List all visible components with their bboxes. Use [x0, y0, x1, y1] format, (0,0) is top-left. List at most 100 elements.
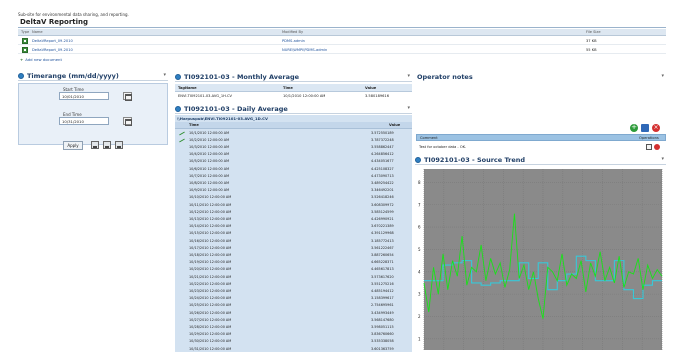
time-cell: 10/19/2010 12:00:00 AM	[189, 260, 232, 265]
chevron-down-icon[interactable]: ▾	[661, 73, 664, 79]
table-row[interactable]: 10/23/2010 12:00:00 AM 4.485194412	[175, 288, 412, 294]
save-icon[interactable]	[641, 124, 649, 132]
table-row[interactable]: 10/8/2010 12:00:00 AM 3.489254422	[175, 180, 412, 186]
time-cell: 10/4/2010 12:00:00 AM	[189, 152, 230, 157]
time-cell: 10/9/2010 12:00:00 AM	[189, 188, 230, 193]
document-modified-by[interactable]: PDMS-admin	[282, 39, 305, 43]
document-name-link[interactable]: DeltaVReport_09-2010	[32, 39, 73, 43]
time-cell: 10/14/2010 12:00:00 AM	[189, 224, 232, 229]
time-cell: 10/13/2010 12:00:00 AM	[189, 216, 232, 221]
end-time-input[interactable]: 10/31/2010	[59, 117, 109, 125]
value-cell: 4.473090713	[371, 173, 394, 178]
table-row[interactable]: 10/17/2010 12:00:00 AM 3.561222467	[175, 245, 412, 251]
table-row[interactable]: 10/18/2010 12:00:00 AM 3.887260654	[175, 252, 412, 258]
column-file-size[interactable]: File Size	[586, 30, 601, 34]
time-cell: 10/11/2010 12:00:00 AM	[189, 202, 232, 207]
table-row[interactable]: 10/4/2010 12:00:00 AM 4.264856412	[175, 152, 412, 158]
value-cell: 3.601363759	[371, 346, 394, 351]
monthly-average-title: TI092101-03 - Monthly Average	[184, 73, 300, 81]
table-row[interactable]: 10/20/2010 12:00:00 AM 4.465617813	[175, 267, 412, 273]
trend-icon	[179, 131, 185, 135]
time-cell: 10/8/2010 12:00:00 AM	[189, 180, 230, 185]
close-icon[interactable]: ×	[652, 124, 660, 132]
operator-notes-title-bar: Operator notes ▾	[415, 72, 666, 82]
table-row[interactable]: 10/15/2010 12:00:00 AM 4.391129968	[175, 231, 412, 237]
trend-icon	[179, 138, 185, 142]
delete-icon[interactable]	[654, 144, 660, 150]
table-row[interactable]: 10/13/2010 12:00:00 AM 4.426990921	[175, 216, 412, 222]
export-icon[interactable]	[103, 141, 111, 149]
globe-icon	[175, 74, 181, 80]
value-cell: 4.465617813	[371, 267, 394, 272]
minimize-icon[interactable]	[91, 141, 99, 149]
table-row[interactable]: 10/26/2010 12:00:00 AM 3.434993449	[175, 310, 412, 316]
source-trend-chart[interactable]: 12345678	[415, 165, 666, 352]
add-icon[interactable]: +	[630, 124, 638, 132]
table-row[interactable]: 10/24/2010 12:00:00 AM 3.158399617	[175, 296, 412, 302]
value-cell: 3.887260654	[371, 252, 394, 257]
table-row[interactable]: 10/5/2010 12:00:00 AM 4.434051677	[175, 159, 412, 165]
time-cell: 10/26/2010 12:00:00 AM	[189, 310, 232, 315]
document-table-header: Type Name Modified By File Size	[18, 29, 666, 36]
column-operations: Operations	[639, 136, 659, 140]
document-row[interactable]: DeltaVReport_09-2010 NURE\WMPI\PDMS-admi…	[18, 46, 666, 54]
print-icon[interactable]	[115, 141, 123, 149]
document-row[interactable]: DeltaVReport_09-2010 PDMS-admin 37 KB	[18, 37, 666, 45]
note-row: Test for october data - OK.	[416, 143, 666, 151]
edit-icon[interactable]	[646, 144, 652, 150]
value-cell: 4.434051677	[371, 159, 394, 164]
table-row[interactable]: 10/25/2010 12:00:00 AM 2.754695961	[175, 303, 412, 309]
time-cell: 10/24/2010 12:00:00 AM	[189, 296, 232, 301]
value-cell: 3.185772413	[371, 238, 394, 243]
time-cell: 10/27/2010 12:00:00 AM	[189, 317, 232, 322]
table-row[interactable]: 10/11/2010 12:00:00 AM 3.608309972	[175, 202, 412, 208]
table-row[interactable]: 10/16/2010 12:00:00 AM 3.185772413	[175, 238, 412, 244]
table-row[interactable]: 10/2/2010 12:00:00 AM 3.787372248	[175, 137, 412, 143]
table-row[interactable]: 10/29/2010 12:00:00 AM 3.836760660	[175, 332, 412, 338]
document-modified-by[interactable]: NURE\WMPI\PDMS-admin	[282, 48, 327, 52]
value-cell: 3.489254422	[371, 180, 394, 185]
table-row[interactable]: 10/19/2010 12:00:00 AM 4.665228371	[175, 260, 412, 266]
table-row[interactable]: 10/12/2010 12:00:00 AM 3.585124599	[175, 209, 412, 215]
table-row[interactable]: 10/27/2010 12:00:00 AM 3.568147680	[175, 317, 412, 323]
time-cell: 10/16/2010 12:00:00 AM	[189, 238, 232, 243]
table-row[interactable]: 10/22/2010 12:00:00 AM 3.551275216	[175, 281, 412, 287]
value-cell: 3.434993449	[371, 310, 394, 315]
chevron-down-icon[interactable]: ▾	[661, 156, 664, 162]
table-row[interactable]: 10/1/2010 12:00:00 AM 3.572550189	[175, 130, 412, 136]
document-name-link[interactable]: DeltaVReport_09-2010	[32, 48, 73, 52]
chevron-down-icon[interactable]: ▾	[407, 105, 410, 111]
table-row[interactable]: 10/10/2010 12:00:00 AM 3.526418246	[175, 195, 412, 201]
table-row[interactable]: 10/31/2010 12:00:00 AM 3.601363759	[175, 346, 412, 352]
calendar-icon[interactable]	[123, 92, 132, 101]
add-new-document-link[interactable]: + Add new document	[20, 57, 62, 62]
chevron-down-icon[interactable]: ▾	[163, 72, 166, 78]
column-name[interactable]: Name	[32, 30, 43, 34]
table-row[interactable]: 10/21/2010 12:00:00 AM 3.573617620	[175, 274, 412, 280]
timerange-panel: Start Time 10/01/2010 End Time 10/31/201…	[18, 83, 168, 150]
value-cell: 4.426990921	[371, 216, 394, 221]
value-cell: 3.670221389	[371, 224, 394, 229]
chevron-down-icon[interactable]: ▾	[407, 73, 410, 79]
table-row[interactable]: 10/28/2010 12:00:00 AM 3.598051115	[175, 324, 412, 330]
value-cell: 3.535338058	[371, 339, 394, 344]
daily-average-title: TI092101-03 - Daily Average	[184, 105, 288, 113]
value-cell: 3.573617620	[371, 274, 394, 279]
column-modified-by[interactable]: Modified By	[282, 30, 303, 34]
table-row[interactable]: 10/7/2010 12:00:00 AM 4.473090713	[175, 173, 412, 179]
column-time: Time	[189, 123, 199, 127]
value-cell: 3.598051115	[371, 324, 394, 329]
table-row[interactable]: 10/9/2010 12:00:00 AM 3.346492201	[175, 188, 412, 194]
table-row[interactable]: 10/6/2010 12:00:00 AM 4.425108327	[175, 166, 412, 172]
excel-file-icon	[22, 47, 28, 53]
time-cell: 10/29/2010 12:00:00 AM	[189, 332, 232, 337]
apply-button[interactable]: Apply	[63, 141, 83, 150]
table-row[interactable]: 10/14/2010 12:00:00 AM 3.670221389	[175, 224, 412, 230]
table-row[interactable]: 10/3/2010 12:00:00 AM 3.558862447	[175, 144, 412, 150]
start-time-input[interactable]: 10/01/2010	[59, 92, 109, 100]
source-trend-title-bar: TI092101-03 - Source Trend ▾	[415, 155, 666, 165]
column-type[interactable]: Type	[21, 30, 29, 34]
table-row[interactable]: 10/30/2010 12:00:00 AM 3.535338058	[175, 339, 412, 345]
timerange-title: Timerange (mm/dd/yyyy)	[27, 72, 119, 80]
calendar-icon[interactable]	[123, 117, 132, 126]
